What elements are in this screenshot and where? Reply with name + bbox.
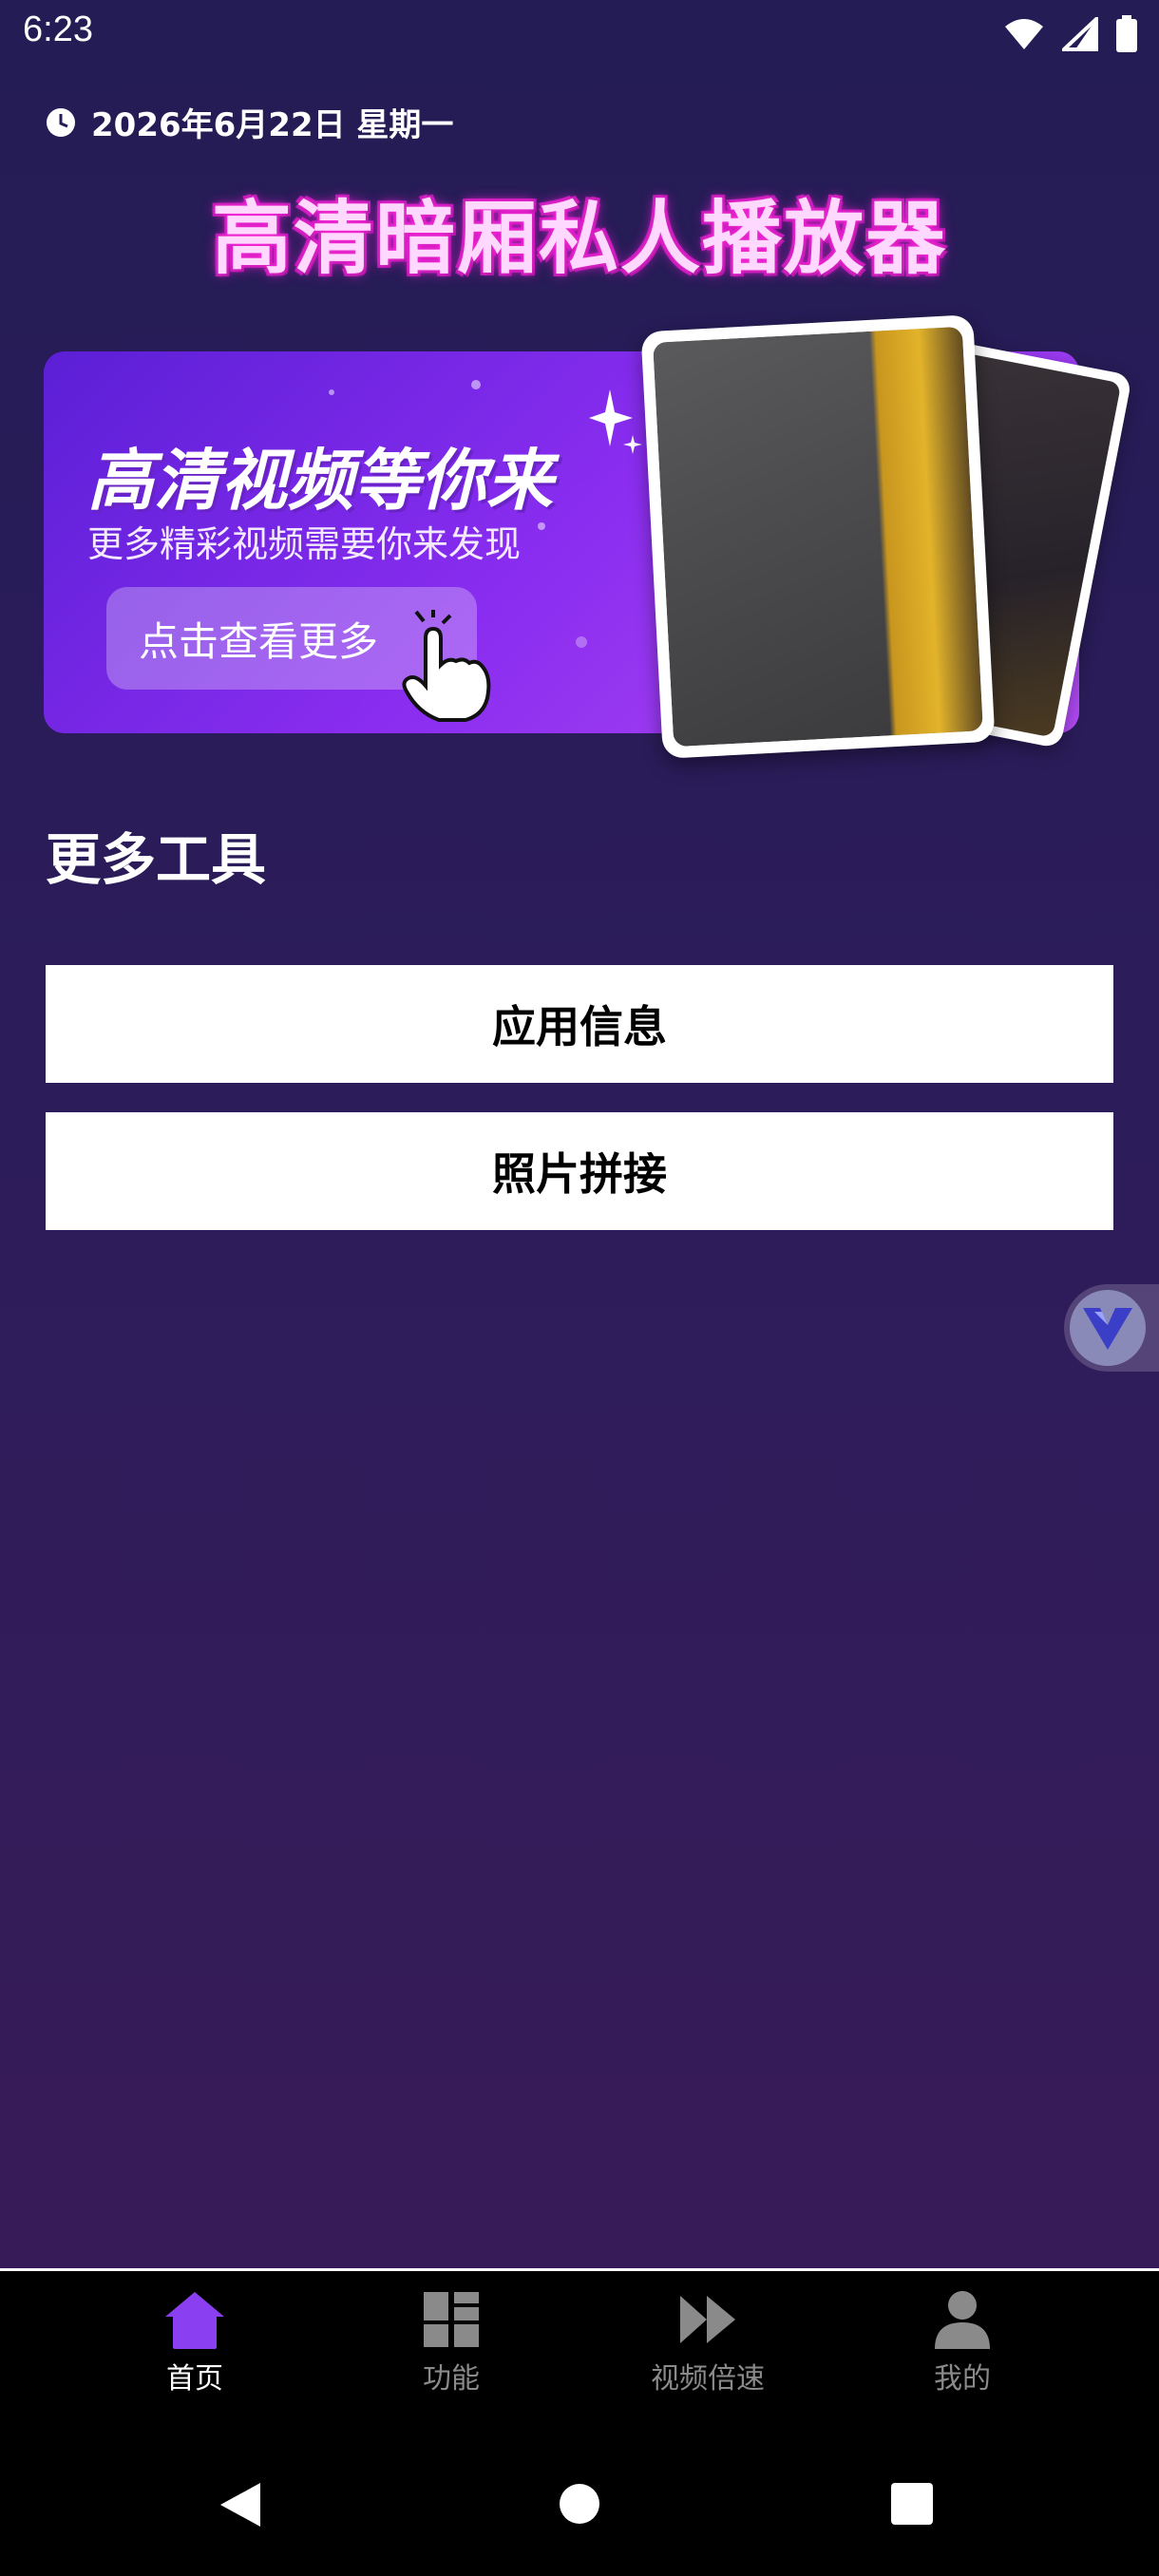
system-nav-bar bbox=[0, 2413, 1159, 2576]
wifi-icon bbox=[1005, 19, 1043, 49]
date-row: 2026年6月22日 星期一 bbox=[46, 99, 453, 145]
grid-icon bbox=[424, 2292, 479, 2347]
nav-item-features[interactable]: 功能 bbox=[356, 2288, 546, 2396]
signal-icon bbox=[1062, 17, 1098, 51]
battery-icon bbox=[1116, 15, 1137, 52]
photo-collage-button[interactable]: 照片拼接 bbox=[46, 1112, 1113, 1230]
nav-item-profile[interactable]: 我的 bbox=[867, 2288, 1057, 2396]
date-text: 2026年6月22日 星期一 bbox=[91, 106, 454, 144]
bottom-nav: 首页 功能 视频倍速 我的 bbox=[0, 2268, 1159, 2415]
clock-icon bbox=[47, 107, 75, 137]
status-icons bbox=[1003, 15, 1138, 53]
app-info-button[interactable]: 应用信息 bbox=[46, 965, 1113, 1083]
nav-label-home: 首页 bbox=[166, 2362, 223, 2396]
v-logo-icon bbox=[1070, 1290, 1146, 1366]
view-more-label: 点击查看更多 bbox=[139, 617, 379, 665]
back-icon[interactable] bbox=[218, 2481, 262, 2529]
app-title: 高清暗厢私人播放器 bbox=[211, 192, 947, 285]
home-circle-icon[interactable] bbox=[559, 2483, 600, 2525]
status-bar: 6:23 bbox=[0, 0, 1159, 68]
person-icon bbox=[935, 2291, 990, 2349]
sparkle-icon bbox=[589, 389, 642, 454]
section-title: 更多工具 bbox=[46, 827, 267, 892]
nav-item-home[interactable]: 首页 bbox=[100, 2288, 290, 2396]
status-time: 6:23 bbox=[23, 9, 93, 49]
floating-assistant-button[interactable] bbox=[1064, 1284, 1159, 1372]
recents-square-icon[interactable] bbox=[891, 2483, 933, 2525]
banner-subtitle: 更多精彩视频需要你来发现 bbox=[87, 523, 522, 565]
promo-banner[interactable]: 高清视频等你来 更多精彩视频需要你来发现 点击查看更多 bbox=[44, 314, 1133, 759]
nav-label-features: 功能 bbox=[423, 2362, 480, 2396]
nav-label-profile: 我的 bbox=[934, 2362, 991, 2396]
nav-item-video-speed[interactable]: 视频倍速 bbox=[613, 2288, 803, 2396]
pointing-hand-icon bbox=[402, 610, 491, 722]
photo-card-front bbox=[640, 314, 996, 759]
fast-forward-icon bbox=[680, 2296, 735, 2343]
banner-headline: 高清视频等你来 bbox=[87, 442, 553, 520]
nav-label-video-speed: 视频倍速 bbox=[651, 2362, 765, 2396]
home-icon bbox=[165, 2292, 224, 2349]
